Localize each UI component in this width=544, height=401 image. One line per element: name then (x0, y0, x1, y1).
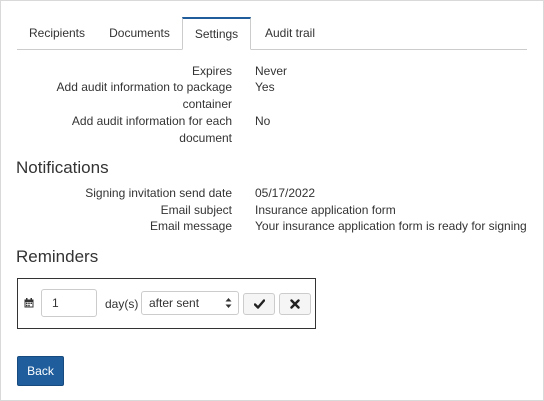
x-icon (290, 299, 300, 309)
audit-package-label-cont: container (182, 97, 232, 111)
audit-package-label: Add audit information to package (56, 80, 232, 94)
expires-value: Never (255, 64, 288, 78)
tab-bar: Recipients Documents Settings Audit trai… (17, 17, 527, 50)
email-subject-value: Insurance application form (255, 203, 396, 217)
cancel-reminder-button[interactable] (279, 293, 311, 315)
send-date-value: 05/17/2022 (255, 186, 316, 200)
reminder-timing-value: after sent (149, 296, 200, 310)
select-arrows-icon (225, 298, 232, 308)
back-button[interactable]: Back (17, 356, 64, 386)
tab-settings[interactable]: Settings (182, 17, 251, 50)
send-date-label: Signing invitation send date (85, 186, 232, 200)
audit-document-label: Add audit information for each (71, 114, 232, 128)
settings-panel: Recipients Documents Settings Audit trai… (0, 0, 544, 401)
audit-package-value: Yes (255, 80, 275, 94)
email-message-value: Your insurance application form is ready… (255, 219, 527, 233)
days-label: day(s) (105, 297, 139, 311)
expires-label: Expires (191, 64, 232, 78)
reminders-heading: Reminders (16, 247, 99, 266)
tab-documents[interactable]: Documents (97, 17, 182, 49)
audit-document-value: No (255, 114, 271, 128)
reminder-days-input[interactable] (41, 289, 97, 317)
reminder-row: day(s) after sent (17, 278, 316, 329)
confirm-reminder-button[interactable] (243, 293, 275, 315)
tab-recipients[interactable]: Recipients (17, 17, 97, 49)
calendar-icon (24, 298, 34, 308)
email-subject-label: Email subject (160, 203, 232, 217)
notifications-heading: Notifications (16, 158, 109, 177)
audit-document-label-cont: document (179, 131, 232, 145)
tab-audit-trail[interactable]: Audit trail (251, 17, 329, 49)
check-icon (254, 299, 265, 309)
email-message-label: Email message (149, 219, 232, 233)
reminder-timing-select[interactable]: after sent (141, 291, 239, 315)
